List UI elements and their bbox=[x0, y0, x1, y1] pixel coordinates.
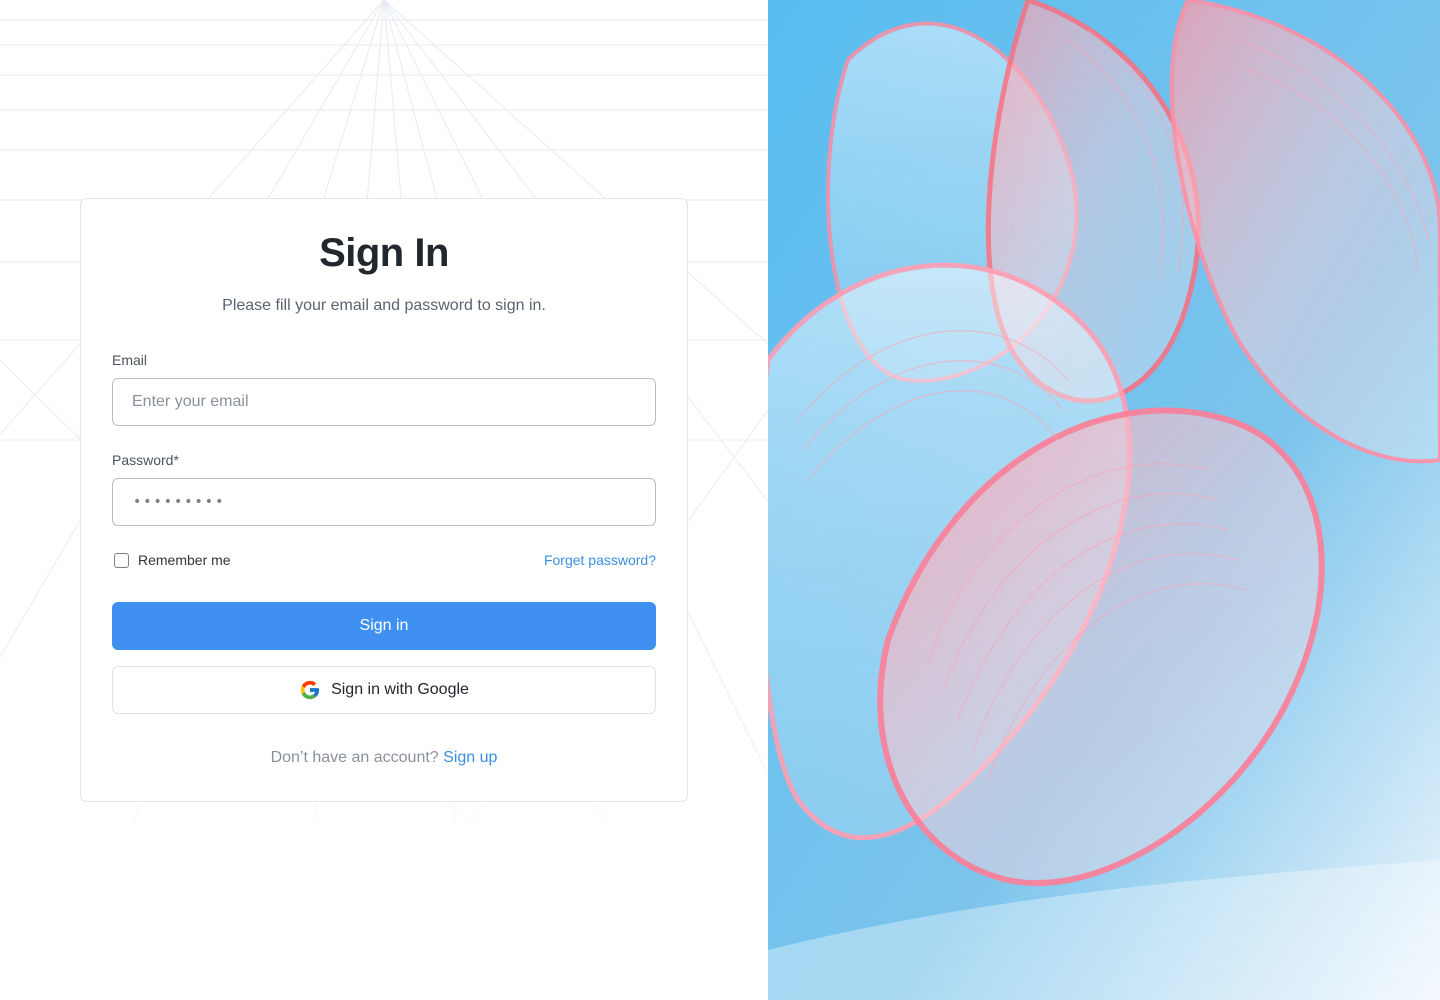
signin-card: Sign In Please fill your email and passw… bbox=[80, 198, 688, 802]
page-subtitle: Please fill your email and password to s… bbox=[222, 297, 546, 314]
google-icon bbox=[299, 679, 321, 701]
google-sign-in-button[interactable]: Sign in with Google bbox=[112, 666, 656, 714]
google-sign-in-label: Sign in with Google bbox=[331, 681, 469, 698]
left-pane: Sign In Please fill your email and passw… bbox=[0, 0, 768, 1000]
remember-me-label: Remember me bbox=[138, 552, 231, 568]
sign-up-link[interactable]: Sign up bbox=[443, 749, 497, 766]
password-masked-value: ••••••••• bbox=[133, 494, 226, 510]
password-label: Password* bbox=[112, 452, 179, 468]
password-field[interactable]: ••••••••• bbox=[112, 478, 656, 526]
email-field-wrapper bbox=[112, 378, 656, 426]
abstract-glass-ribbons-illustration bbox=[768, 0, 1440, 1000]
page-title: Sign In bbox=[319, 231, 449, 275]
checkbox-icon[interactable] bbox=[114, 552, 129, 568]
sign-in-button[interactable]: Sign in bbox=[112, 602, 656, 650]
forget-password-link[interactable]: Forget password? bbox=[544, 552, 656, 568]
signup-prompt-text: Don’t have an account? bbox=[270, 749, 439, 766]
email-field[interactable] bbox=[113, 379, 655, 425]
hero-image bbox=[768, 0, 1440, 1000]
remember-me-checkbox[interactable]: Remember me bbox=[114, 552, 231, 568]
email-label: Email bbox=[112, 352, 148, 368]
signup-prompt: Don’t have an account? Sign up bbox=[81, 749, 687, 767]
